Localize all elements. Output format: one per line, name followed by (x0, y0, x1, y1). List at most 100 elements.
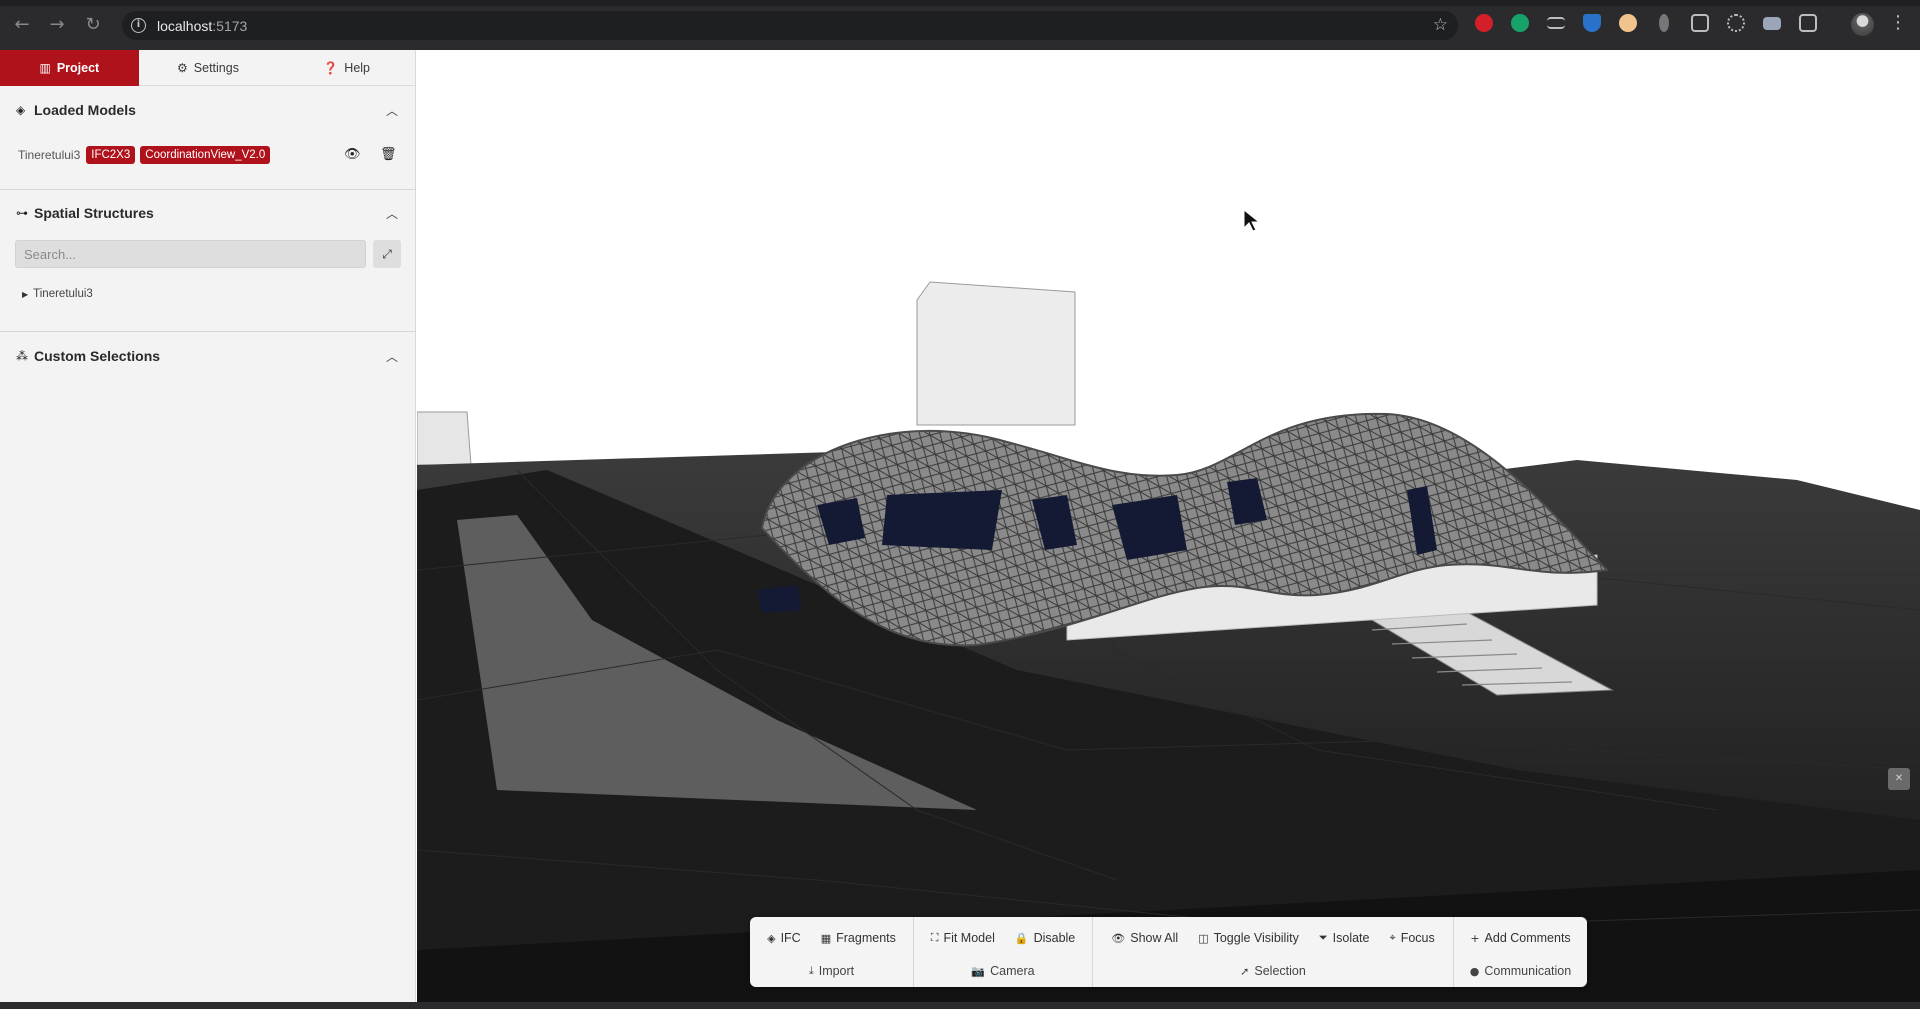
info-icon[interactable]: i (131, 18, 146, 33)
button-label: Isolate (1332, 931, 1370, 945)
schema-tag: IFC2X3 (86, 146, 136, 164)
focus-icon: ⌖ (1389, 931, 1396, 944)
show-all-button[interactable]: 👁 Show All (1103, 927, 1186, 949)
chevron-up-icon[interactable]: ︿ (386, 348, 398, 365)
url-text[interactable]: localhost:5173 (157, 18, 247, 34)
building-icon: ▥ (39, 61, 51, 75)
expand-icon[interactable]: ⤢ (373, 240, 401, 268)
section-title: Custom Selections (34, 348, 161, 364)
tab-label: Settings (193, 61, 239, 75)
extension-icon[interactable] (1727, 14, 1745, 32)
view-tag: CoordinationView_V2.0 (140, 146, 271, 164)
tree-item-label: Tineretului3 (33, 288, 93, 300)
extension-icon[interactable] (1547, 17, 1565, 29)
chat-icon: ● (1469, 964, 1480, 978)
chevron-up-icon[interactable]: ︿ (386, 102, 398, 119)
cube-icon: ◈ (767, 931, 776, 945)
button-label: Focus (1400, 931, 1435, 945)
section-title: Spatial Structures (34, 205, 154, 221)
button-label: Fit Model (943, 931, 995, 945)
button-label: Toggle Visibility (1213, 931, 1299, 945)
disable-button[interactable]: 🔒 Disable (1007, 927, 1083, 949)
background-building (916, 281, 1076, 426)
tab-label: Help (344, 61, 371, 75)
add-comments-button[interactable]: + Add Comments (1462, 927, 1578, 949)
group-label-text: Camera (990, 964, 1035, 978)
reload-icon[interactable]: ↻ (81, 13, 105, 37)
plus-icon: + (1470, 931, 1480, 945)
arrow-right-icon[interactable]: → (45, 13, 69, 37)
cube-icon: ◈ (16, 103, 26, 117)
search-input[interactable] (15, 240, 366, 268)
button-label: Add Comments (1484, 931, 1571, 945)
model-name: Tineretului3 (18, 148, 81, 162)
tree-item[interactable]: ▶ Tineretului3 (22, 288, 93, 300)
custom-selections-header[interactable]: ⁂ Custom Selections ︿ (0, 340, 416, 372)
extension-icon[interactable] (1475, 14, 1493, 32)
grammarly-icon[interactable] (1511, 14, 1529, 32)
spatial-structures-header[interactable]: ⊶ Spatial Structures ︿ (0, 197, 416, 229)
group-label-text: Communication (1484, 964, 1572, 978)
toolbar-group-selection: 👁 Show All ◫ Toggle Visibility ⏷ Isolate ⌖ F… (1093, 917, 1454, 987)
caret-right-icon[interactable]: ▶ (22, 290, 28, 299)
bookmark-star-icon[interactable]: ☆ (1433, 15, 1448, 35)
extension-icon[interactable] (1619, 14, 1637, 32)
gear-icon: ⚙ (177, 61, 188, 75)
group-label: ⤓ Import (750, 964, 913, 978)
fragments-button[interactable]: ▦ Fragments (813, 927, 904, 949)
toggle-icon: ◫ (1198, 931, 1209, 945)
avatar[interactable] (1851, 13, 1874, 36)
group-label: 📷 Camera (914, 964, 1092, 978)
eye-icon[interactable]: 👁 (344, 147, 361, 162)
group-label: ● Communication (1454, 964, 1587, 978)
button-label: Disable (1033, 931, 1076, 945)
tree-icon: ⊶ (16, 206, 28, 220)
focus-button[interactable]: ⌖ Focus (1381, 927, 1442, 949)
extension-icon[interactable] (1763, 17, 1781, 30)
tab-project[interactable]: ▥ Project (0, 50, 139, 86)
help-icon: ❓ (323, 61, 339, 75)
cursor-icon: ➚ (1240, 964, 1250, 978)
puzzle-icon[interactable] (1799, 14, 1817, 32)
grid-icon: ▦ (820, 931, 832, 945)
ifc-button[interactable]: ◈ IFC (759, 927, 809, 949)
viewcube-toggle-icon[interactable]: ✕ (1888, 768, 1910, 790)
model-row: Tineretului3 IFC2X3 CoordinationView_V2.… (18, 145, 271, 165)
shield-extension-icon[interactable] (1583, 14, 1601, 32)
left-panel: ▥ Project ⚙ Settings ❓ Help ◈ Loaded Mod… (0, 50, 416, 1002)
button-label: IFC (780, 931, 801, 945)
chevron-up-icon[interactable]: ︿ (386, 205, 398, 222)
tab-settings[interactable]: ⚙ Settings (139, 50, 278, 86)
filter-icon: ⏷ (1318, 931, 1328, 944)
button-label: Show All (1130, 931, 1179, 945)
tab-help[interactable]: ❓ Help (277, 50, 416, 86)
group-label: ➚ Selection (1093, 964, 1453, 978)
fit-model-button[interactable]: ⛶ Fit Model (923, 927, 1003, 949)
isolate-button[interactable]: ⏷ Isolate (1311, 927, 1378, 949)
fit-icon: ⛶ (930, 931, 939, 944)
arrow-left-icon[interactable]: ← (10, 13, 34, 37)
toolbar-group-camera: ⛶ Fit Model 🔒 Disable 📷 Camera (914, 917, 1093, 987)
eye-icon: 👁 (1111, 931, 1126, 945)
selection-icon: ⁂ (16, 349, 28, 363)
trash-icon[interactable]: 🗑 (380, 147, 397, 162)
toolbar-group-communication: + Add Comments ● Communication (1454, 917, 1587, 987)
window-bottom-edge (0, 1002, 1920, 1009)
tab-label: Project (56, 61, 100, 75)
extension-icon[interactable] (1691, 14, 1709, 32)
divider (0, 189, 416, 190)
panel-tabs: ▥ Project ⚙ Settings ❓ Help (0, 50, 416, 86)
camera-icon: 📷 (971, 964, 986, 978)
extension-icon[interactable] (1659, 14, 1669, 32)
group-label-text: Selection (1254, 964, 1306, 978)
group-label-text: Import (818, 964, 855, 978)
address-bar[interactable]: i localhost:5173 ☆ (122, 11, 1458, 40)
mouse-cursor (1243, 208, 1261, 232)
bottom-toolbar: ◈ IFC ▦ Fragments ⤓ Import ⛶ Fit Model 🔒 Disa… (750, 917, 1587, 987)
toggle-visibility-button[interactable]: ◫ Toggle Visibility (1190, 927, 1307, 949)
more-menu-icon[interactable]: ⋮ (1889, 12, 1907, 33)
3d-viewport[interactable]: ✕ (417, 50, 1920, 1002)
button-label: Fragments (836, 931, 896, 945)
divider (0, 331, 416, 332)
loaded-models-header[interactable]: ◈ Loaded Models ︿ (0, 94, 416, 126)
